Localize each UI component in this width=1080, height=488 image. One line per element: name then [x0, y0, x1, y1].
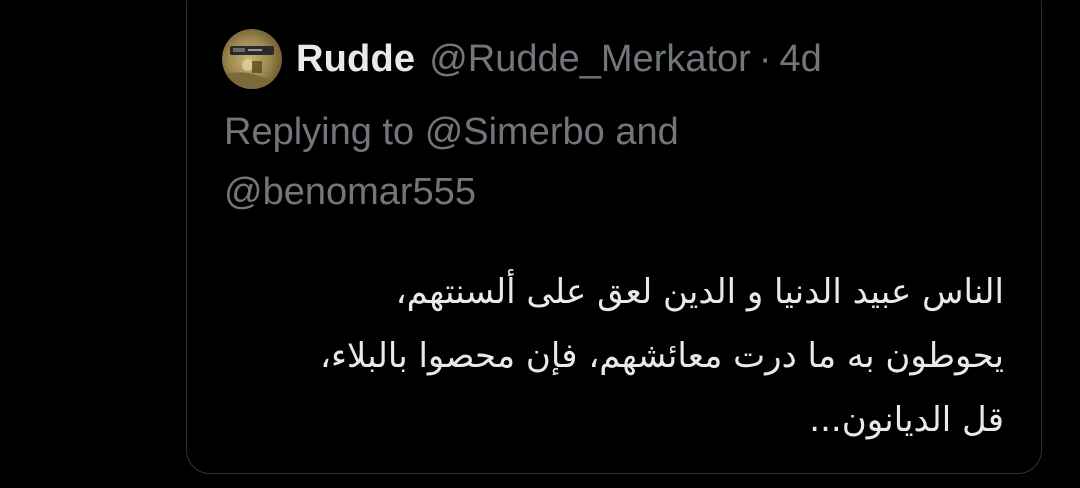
author-handle[interactable]: @Rudde_Merkator	[429, 38, 751, 81]
tweet-text-line-3: قل الديانون...	[809, 400, 1004, 440]
avatar[interactable]	[222, 29, 282, 89]
author-name[interactable]: Rudde	[296, 38, 415, 81]
reply-and: and	[615, 111, 679, 153]
separator-dot: ·	[758, 37, 772, 80]
tweet-text: الناس عبيد الدنيا و الدين لعق على ألسنته…	[224, 260, 1004, 452]
avatar-image-icon	[222, 46, 282, 89]
tweet-text-line-2: يحوطون به ما درت معائشهم، فإن محصوا بالب…	[319, 336, 1004, 376]
timestamp[interactable]: 4d	[779, 38, 821, 81]
replying-to: Replying to @Simerbo and @benomar555	[224, 102, 844, 222]
reply-prefix: Replying to	[224, 111, 415, 153]
tweet-text-line-1: الناس عبيد الدنيا و الدين لعق على ألسنته…	[395, 272, 1004, 312]
reply-mention-simerbo[interactable]: @Simerbo	[425, 111, 605, 153]
reply-mention-benomar[interactable]: @benomar555	[224, 171, 476, 213]
tweet-header: Rudde @Rudde_Merkator · 4d	[222, 29, 822, 89]
